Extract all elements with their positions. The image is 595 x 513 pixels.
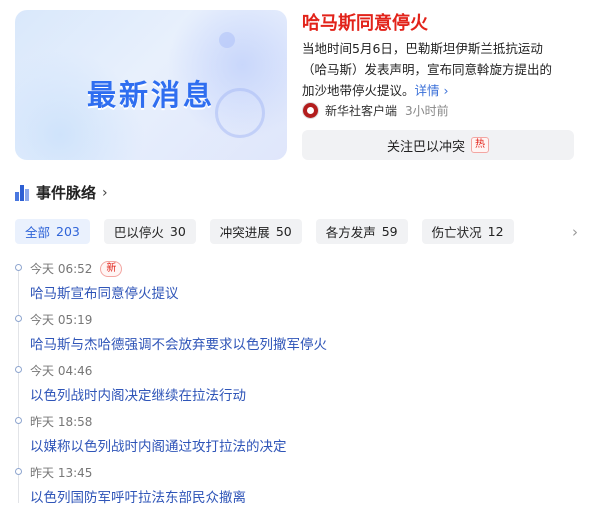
chevron-right-icon: ›	[102, 184, 108, 201]
hot-badge: 热	[471, 137, 489, 153]
timeline-item[interactable]: 昨天 13:45 以色列国防军呼吁拉法东部民众撤离	[15, 462, 575, 513]
tabs-scroll-right-icon[interactable]: ›	[548, 219, 578, 244]
item-title[interactable]: 哈马斯宣布同意停火提议	[30, 282, 179, 302]
item-time: 昨天 13:45	[30, 466, 93, 480]
news-source: 新华社客户端 3小时前	[302, 102, 449, 119]
banner-text: 最新消息	[86, 78, 215, 112]
news-title[interactable]: 哈马斯同意停火	[302, 9, 428, 35]
tab-statements[interactable]: 各方发声 59	[315, 219, 408, 244]
item-time: 今天 04:46	[30, 364, 93, 378]
details-arrow-icon: ›	[443, 83, 449, 98]
xinhua-logo-icon	[302, 102, 319, 119]
tab-casualties[interactable]: 伤亡状况 12	[421, 219, 514, 244]
news-description-line: 加沙地带停火提议。	[302, 83, 415, 98]
timeline-item[interactable]: 今天 06:52 新 哈马斯宣布同意停火提议	[15, 258, 575, 309]
item-title[interactable]: 以色列战时内阁决定继续在拉法行动	[30, 384, 246, 404]
section-title: 事件脉络	[36, 184, 97, 202]
news-description-line: 当地时间5月6日，巴勒斯坦伊斯兰抵抗运动	[302, 41, 543, 56]
tab-all[interactable]: 全部 203	[15, 219, 90, 244]
item-time: 今天 06:52	[30, 262, 93, 276]
publish-time: 3小时前	[405, 104, 449, 118]
timeline-dot	[15, 417, 22, 424]
item-time: 今天 05:19	[30, 313, 93, 327]
timeline-dot	[15, 366, 22, 373]
item-title[interactable]: 哈马斯与杰哈德强调不会放弃要求以色列撤军停火	[30, 333, 327, 353]
follow-label: 关注巴以冲突	[386, 139, 465, 155]
follow-topic-button[interactable]: 关注巴以冲突 热	[302, 130, 574, 160]
filter-tabs: 全部 203 巴以停火 30 冲突进展 50 各方发声 59 伤亡状况 12	[15, 219, 528, 244]
news-description: 当地时间5月6日，巴勒斯坦伊斯兰抵抗运动 （哈马斯）发表声明，宣布同意斡旋方提出…	[302, 38, 572, 101]
source-name[interactable]: 新华社客户端	[325, 102, 397, 119]
timeline-dot	[15, 315, 22, 322]
details-link[interactable]: 详情 ›	[415, 83, 449, 98]
timeline-item[interactable]: 昨天 18:58 以媒称以色列战时内阁通过攻打拉法的决定	[15, 411, 575, 462]
new-badge: 新	[100, 260, 123, 277]
timeline-dot	[15, 468, 22, 475]
event-timeline-heading[interactable]: 事件脉络 ›	[15, 182, 108, 203]
timeline-item[interactable]: 今天 04:46 以色列战时内阁决定继续在拉法行动	[15, 360, 575, 411]
news-description-line: （哈马斯）发表声明，宣布同意斡旋方提出的	[302, 62, 553, 77]
timeline-dot	[15, 264, 22, 271]
tab-conflict-progress[interactable]: 冲突进展 50	[209, 219, 302, 244]
timeline-bars-icon	[15, 184, 30, 201]
item-time: 昨天 18:58	[30, 415, 93, 429]
item-title[interactable]: 以色列国防军呼吁拉法东部民众撤离	[30, 486, 246, 506]
news-banner-image[interactable]: 最新消息	[15, 10, 287, 160]
timeline-item[interactable]: 今天 05:19 哈马斯与杰哈德强调不会放弃要求以色列撤军停火	[15, 309, 575, 360]
event-timeline: 今天 06:52 新 哈马斯宣布同意停火提议 今天 05:19 哈马斯与杰哈德强调…	[15, 258, 575, 513]
tab-ceasefire[interactable]: 巴以停火 30	[103, 219, 196, 244]
item-title[interactable]: 以媒称以色列战时内阁通过攻打拉法的决定	[30, 435, 287, 455]
